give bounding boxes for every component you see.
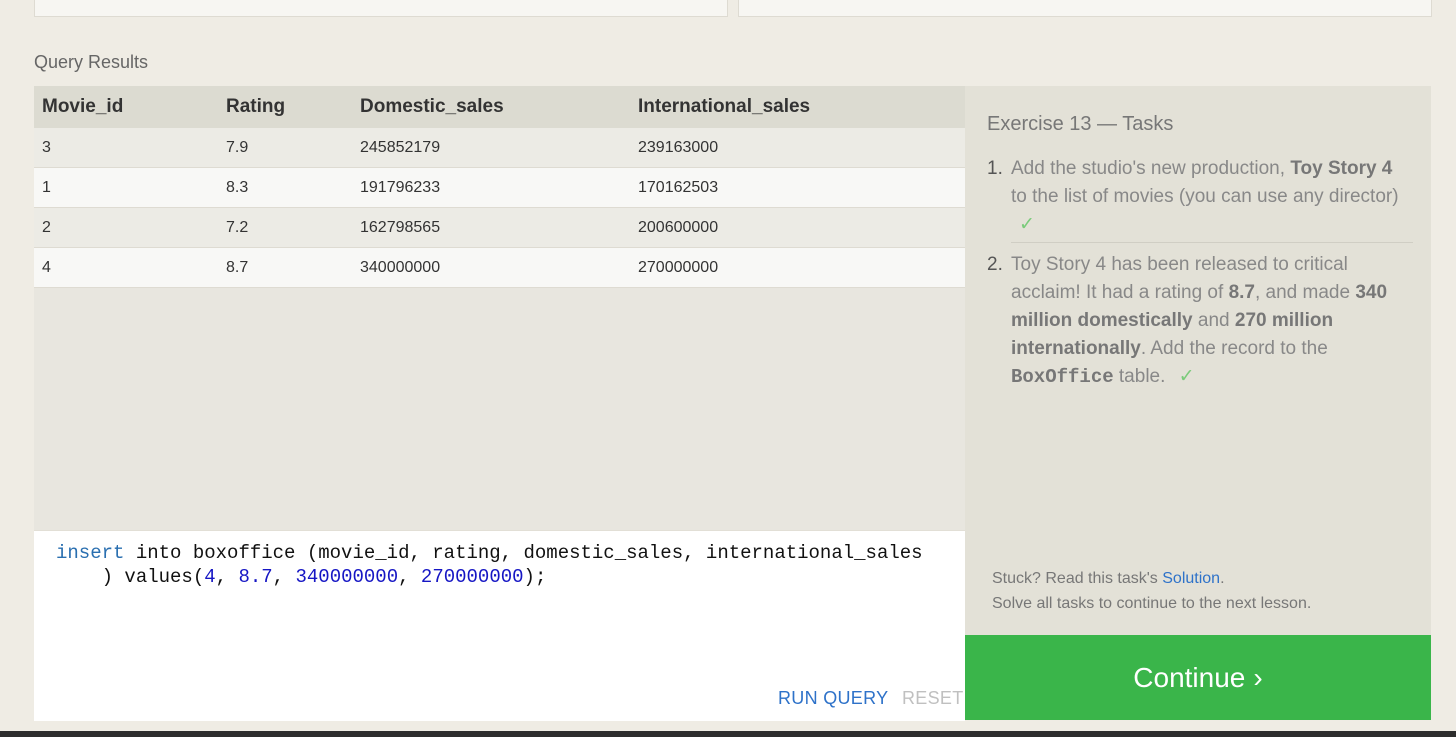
table-cell: 170162503	[630, 167, 965, 208]
task-text-bold: Toy Story 4	[1290, 158, 1393, 179]
bottom-bar	[0, 731, 1456, 737]
help-text-part: .	[1220, 570, 1225, 587]
table-row: 1 8.3 191796233 170162503	[34, 167, 965, 208]
table-cell: 191796233	[352, 167, 630, 208]
table-header-row: Movie_id Rating Domestic_sales Internati…	[34, 86, 965, 128]
task-text-part: , and made	[1254, 282, 1356, 303]
checkmark-icon: ✓	[1019, 214, 1035, 235]
sql-text: ,	[272, 566, 296, 588]
sql-code[interactable]: insert into boxoffice (movie_id, rating,…	[56, 541, 923, 589]
results-panel: Movie_id Rating Domestic_sales Internati…	[34, 86, 965, 530]
sql-editor[interactable]: insert into boxoffice (movie_id, rating,…	[34, 530, 965, 721]
sql-text: );	[523, 566, 547, 588]
results-label: Query Results	[34, 52, 149, 72]
help-text: Stuck? Read this task's Solution.	[992, 570, 1225, 588]
table-row: 2 7.2 162798565 200600000	[34, 207, 965, 248]
task-text-part: table.	[1118, 366, 1166, 387]
top-right-panel	[738, 0, 1432, 17]
task-text-part: to the list of movies (you can use any d…	[1011, 186, 1399, 207]
sql-keyword: insert	[56, 542, 125, 564]
continue-label: Continue	[1133, 661, 1246, 693]
table-cell: 7.2	[218, 207, 352, 248]
solution-link[interactable]: Solution	[1162, 570, 1220, 587]
task-item-1: 1. Add the studio's new production, Toy …	[987, 155, 1413, 239]
table-cell: 270000000	[630, 247, 965, 288]
task-text-bold: 8.7	[1228, 282, 1255, 303]
sql-number: 4	[204, 566, 216, 588]
sql-text: into boxoffice (movie_id, rating, domest…	[124, 542, 923, 564]
task-number: 2.	[987, 254, 1003, 275]
column-header-domestic-sales: Domestic_sales	[360, 96, 504, 117]
results-table: Movie_id Rating Domestic_sales Internati…	[34, 86, 965, 288]
run-query-button[interactable]: RUN QUERY	[778, 688, 888, 709]
table-cell: 2	[34, 207, 218, 248]
table-cell: 200600000	[630, 207, 965, 248]
task-number: 1.	[987, 158, 1003, 179]
sql-text: ,	[215, 566, 239, 588]
table-row: 3 7.9 245852179 239163000	[34, 128, 965, 168]
task-text-part: Add the studio's new production,	[1011, 158, 1291, 179]
table-cell: 239163000	[630, 128, 965, 168]
table-cell: 3	[34, 128, 218, 168]
top-left-panel	[34, 0, 728, 17]
help-text-2: Solve all tasks to continue to the next …	[992, 595, 1312, 612]
table-cell: 8.7	[218, 247, 352, 288]
sql-number: 340000000	[295, 566, 399, 588]
tasks-title: Exercise 13 — Tasks	[987, 113, 1174, 135]
table-cell: 340000000	[352, 247, 630, 288]
task-divider	[1011, 242, 1413, 243]
task-item-2: 2. Toy Story 4 has been released to crit…	[987, 251, 1413, 391]
table-name-code: BoxOffice	[1011, 366, 1114, 388]
sql-number: 270000000	[420, 566, 524, 588]
sql-text: ,	[398, 566, 421, 588]
task-text: Add the studio's new production, Toy Sto…	[1011, 155, 1413, 239]
column-header-movie-id: Movie_id	[42, 96, 124, 117]
task-text-part: . Add the record to the	[1140, 338, 1328, 359]
checkmark-icon: ✓	[1178, 366, 1195, 387]
chevron-right-icon: ›	[1253, 661, 1263, 693]
table-cell: 7.9	[218, 128, 352, 168]
table-cell: 8.3	[218, 167, 352, 208]
table-cell: 4	[34, 247, 218, 288]
column-header-international-sales: International_sales	[638, 96, 811, 117]
task-text-part: and	[1192, 310, 1235, 331]
table-cell: 245852179	[352, 128, 630, 168]
sql-text: ) values(	[56, 566, 205, 588]
column-header-rating: Rating	[226, 96, 286, 117]
continue-button[interactable]: Continue ›	[965, 635, 1431, 720]
tasks-panel: Exercise 13 — Tasks 1. Add the studio's …	[965, 86, 1431, 635]
sql-number: 8.7	[238, 566, 273, 588]
reset-button[interactable]: RESET	[902, 688, 964, 709]
task-text: Toy Story 4 has been released to critica…	[1011, 251, 1413, 391]
table-cell: 1	[34, 167, 218, 208]
help-text-part: Stuck? Read this task's	[992, 570, 1163, 587]
table-cell: 162798565	[352, 207, 630, 248]
table-row: 4 8.7 340000000 270000000	[34, 247, 965, 288]
